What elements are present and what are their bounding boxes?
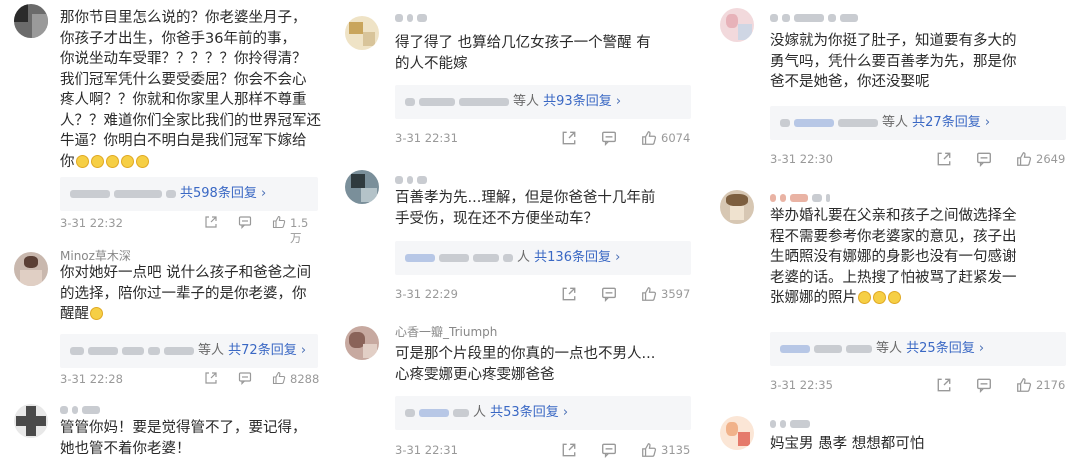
share-icon[interactable] bbox=[936, 151, 952, 170]
reply-summary[interactable]: 等人 共72条回复 › bbox=[60, 334, 318, 368]
comment-time: 3-31 22:35 bbox=[770, 378, 833, 392]
avatar[interactable] bbox=[345, 326, 379, 360]
thumbs-up-icon[interactable] bbox=[641, 130, 657, 149]
comment-text: 管管你妈！要是觉得管不了，要记得， 她也管不着你老婆！ bbox=[60, 420, 307, 457]
username[interactable] bbox=[395, 10, 431, 24]
reply-summary[interactable]: 共598条回复 › bbox=[60, 177, 318, 211]
avatar[interactable] bbox=[345, 170, 379, 204]
thumbs-up-icon[interactable] bbox=[272, 215, 286, 232]
chevron-right-icon: › bbox=[562, 405, 569, 420]
like-count: 3597 bbox=[661, 287, 691, 301]
username[interactable] bbox=[770, 416, 814, 430]
comment-text: 百善孝为先...理解，但是你爸爸十几年前 手受伤，现在还不方便坐动车？ bbox=[395, 190, 656, 227]
comment-meta: 3-31 22:31 6074 bbox=[395, 128, 691, 148]
comment-text: 举办婚礼要在父亲和孩子之间做选择全 程不需要参考你老婆家的意见，孩子出 生晒照没… bbox=[770, 208, 1017, 306]
share-icon[interactable] bbox=[204, 371, 218, 388]
thumbs-up-icon[interactable] bbox=[641, 286, 657, 305]
avatar[interactable] bbox=[345, 16, 379, 50]
chevron-right-icon: › bbox=[615, 250, 621, 265]
comment-meta: 3-31 22:35 2176 bbox=[770, 375, 1066, 395]
chevron-right-icon: › bbox=[260, 186, 267, 201]
comment-text: 没嫁就为你挺了肚子，知道要有多大的 勇气吗，凭什么要百善孝为先，那是你 爸不是她… bbox=[770, 33, 1017, 90]
username[interactable] bbox=[770, 190, 834, 204]
reply-summary[interactable]: 人 共53条回复 › bbox=[395, 396, 691, 430]
thumbs-up-icon[interactable] bbox=[641, 442, 657, 461]
comment-icon[interactable] bbox=[601, 286, 617, 305]
comment-meta: 3-31 22:28 8288 bbox=[60, 369, 320, 389]
username[interactable] bbox=[60, 402, 104, 416]
comment-icon[interactable] bbox=[601, 130, 617, 149]
comment-text: 可是那个片段里的你真的一点也不男人... 心疼雯娜更心疼雯娜爸爸 bbox=[395, 346, 656, 383]
thumbs-up-icon[interactable] bbox=[1016, 151, 1032, 170]
comment-time: 3-31 22:32 bbox=[60, 216, 123, 230]
comment-icon[interactable] bbox=[976, 151, 992, 170]
avatar[interactable] bbox=[720, 190, 754, 224]
share-icon[interactable] bbox=[561, 130, 577, 149]
comment-meta: 3-31 22:32 1.5万 bbox=[60, 213, 318, 245]
share-icon[interactable] bbox=[204, 215, 218, 232]
username[interactable] bbox=[770, 10, 862, 24]
reply-summary[interactable]: 等人 共93条回复 › bbox=[395, 85, 691, 119]
comment-time: 3-31 22:28 bbox=[60, 372, 123, 386]
username[interactable]: Minoz草木深 bbox=[60, 247, 131, 264]
avatar[interactable] bbox=[14, 4, 48, 38]
emoji-icon bbox=[90, 307, 103, 320]
share-icon[interactable] bbox=[936, 377, 952, 396]
like-count: 1.5万 bbox=[290, 216, 309, 245]
comment-text: 妈宝男 愚孝 想想都可怕 bbox=[770, 436, 925, 452]
comment-meta: 3-31 22:30 2649 bbox=[770, 149, 1066, 169]
comment-meta: 3-31 22:29 3597 bbox=[395, 284, 691, 304]
comment-time: 3-31 22:30 bbox=[770, 152, 833, 166]
avatar[interactable] bbox=[14, 404, 48, 438]
chevron-right-icon: › bbox=[615, 94, 622, 109]
comment-icon[interactable] bbox=[238, 215, 252, 232]
thumbs-up-icon[interactable] bbox=[272, 371, 286, 388]
thumbs-up-icon[interactable] bbox=[1016, 377, 1032, 396]
comment-icon[interactable] bbox=[601, 442, 617, 461]
comment-text: 得了得了 也算给几亿女孩子一个警醒 有 的人不能嫁 bbox=[395, 35, 651, 72]
comment-text: 你对她好一点吧 说什么孩子和爸爸之间 的选择，陪你过一辈子的是你老婆，你 醒醒 bbox=[60, 265, 312, 322]
comment-column-3: 没嫁就为你挺了肚子，知道要有多大的 勇气吗，凭什么要百善孝为先，那是你 爸不是她… bbox=[720, 0, 1074, 472]
like-count: 3135 bbox=[661, 443, 691, 457]
comment-time: 3-31 22:29 bbox=[395, 287, 458, 301]
username[interactable]: 心香一瓣_Triumph bbox=[395, 323, 497, 340]
chevron-right-icon: › bbox=[978, 341, 985, 356]
reply-summary[interactable]: 等人 共27条回复 › bbox=[770, 106, 1066, 140]
comment-text: 那你节目里怎么说的？你老婆坐月子， 你孩子才出生，你爸手36年前的事， 你说坐动… bbox=[60, 10, 321, 170]
like-count: 2176 bbox=[1036, 378, 1066, 392]
username[interactable] bbox=[395, 172, 431, 186]
comment-time: 3-31 22:31 bbox=[395, 443, 458, 457]
comment-icon[interactable] bbox=[976, 377, 992, 396]
avatar[interactable] bbox=[720, 8, 754, 42]
comment-column-2: 得了得了 也算给几亿女孩子一个警醒 有 的人不能嫁 等人 共93条回复 › 3-… bbox=[345, 0, 700, 472]
emoji-icon bbox=[75, 154, 150, 170]
reply-summary[interactable]: 等人 共25条回复 › bbox=[770, 332, 1066, 366]
comment-meta: 3-31 22:31 3135 bbox=[395, 440, 691, 460]
like-count: 2649 bbox=[1036, 152, 1066, 166]
share-icon[interactable] bbox=[561, 442, 577, 461]
comment-time: 3-31 22:31 bbox=[395, 131, 458, 145]
emoji-icon bbox=[857, 290, 902, 306]
chevron-right-icon: › bbox=[984, 115, 991, 130]
like-count: 6074 bbox=[661, 131, 691, 145]
share-icon[interactable] bbox=[561, 286, 577, 305]
like-count: 8288 bbox=[290, 372, 320, 386]
comment-icon[interactable] bbox=[238, 371, 252, 388]
chevron-right-icon: › bbox=[300, 343, 307, 358]
comment-column-1: 那你节目里怎么说的？你老婆坐月子， 你孩子才出生，你爸手36年前的事， 你说坐动… bbox=[14, 0, 324, 472]
reply-summary[interactable]: 人 共136条回复 › bbox=[395, 241, 691, 275]
avatar[interactable] bbox=[14, 252, 48, 286]
avatar[interactable] bbox=[720, 416, 754, 450]
